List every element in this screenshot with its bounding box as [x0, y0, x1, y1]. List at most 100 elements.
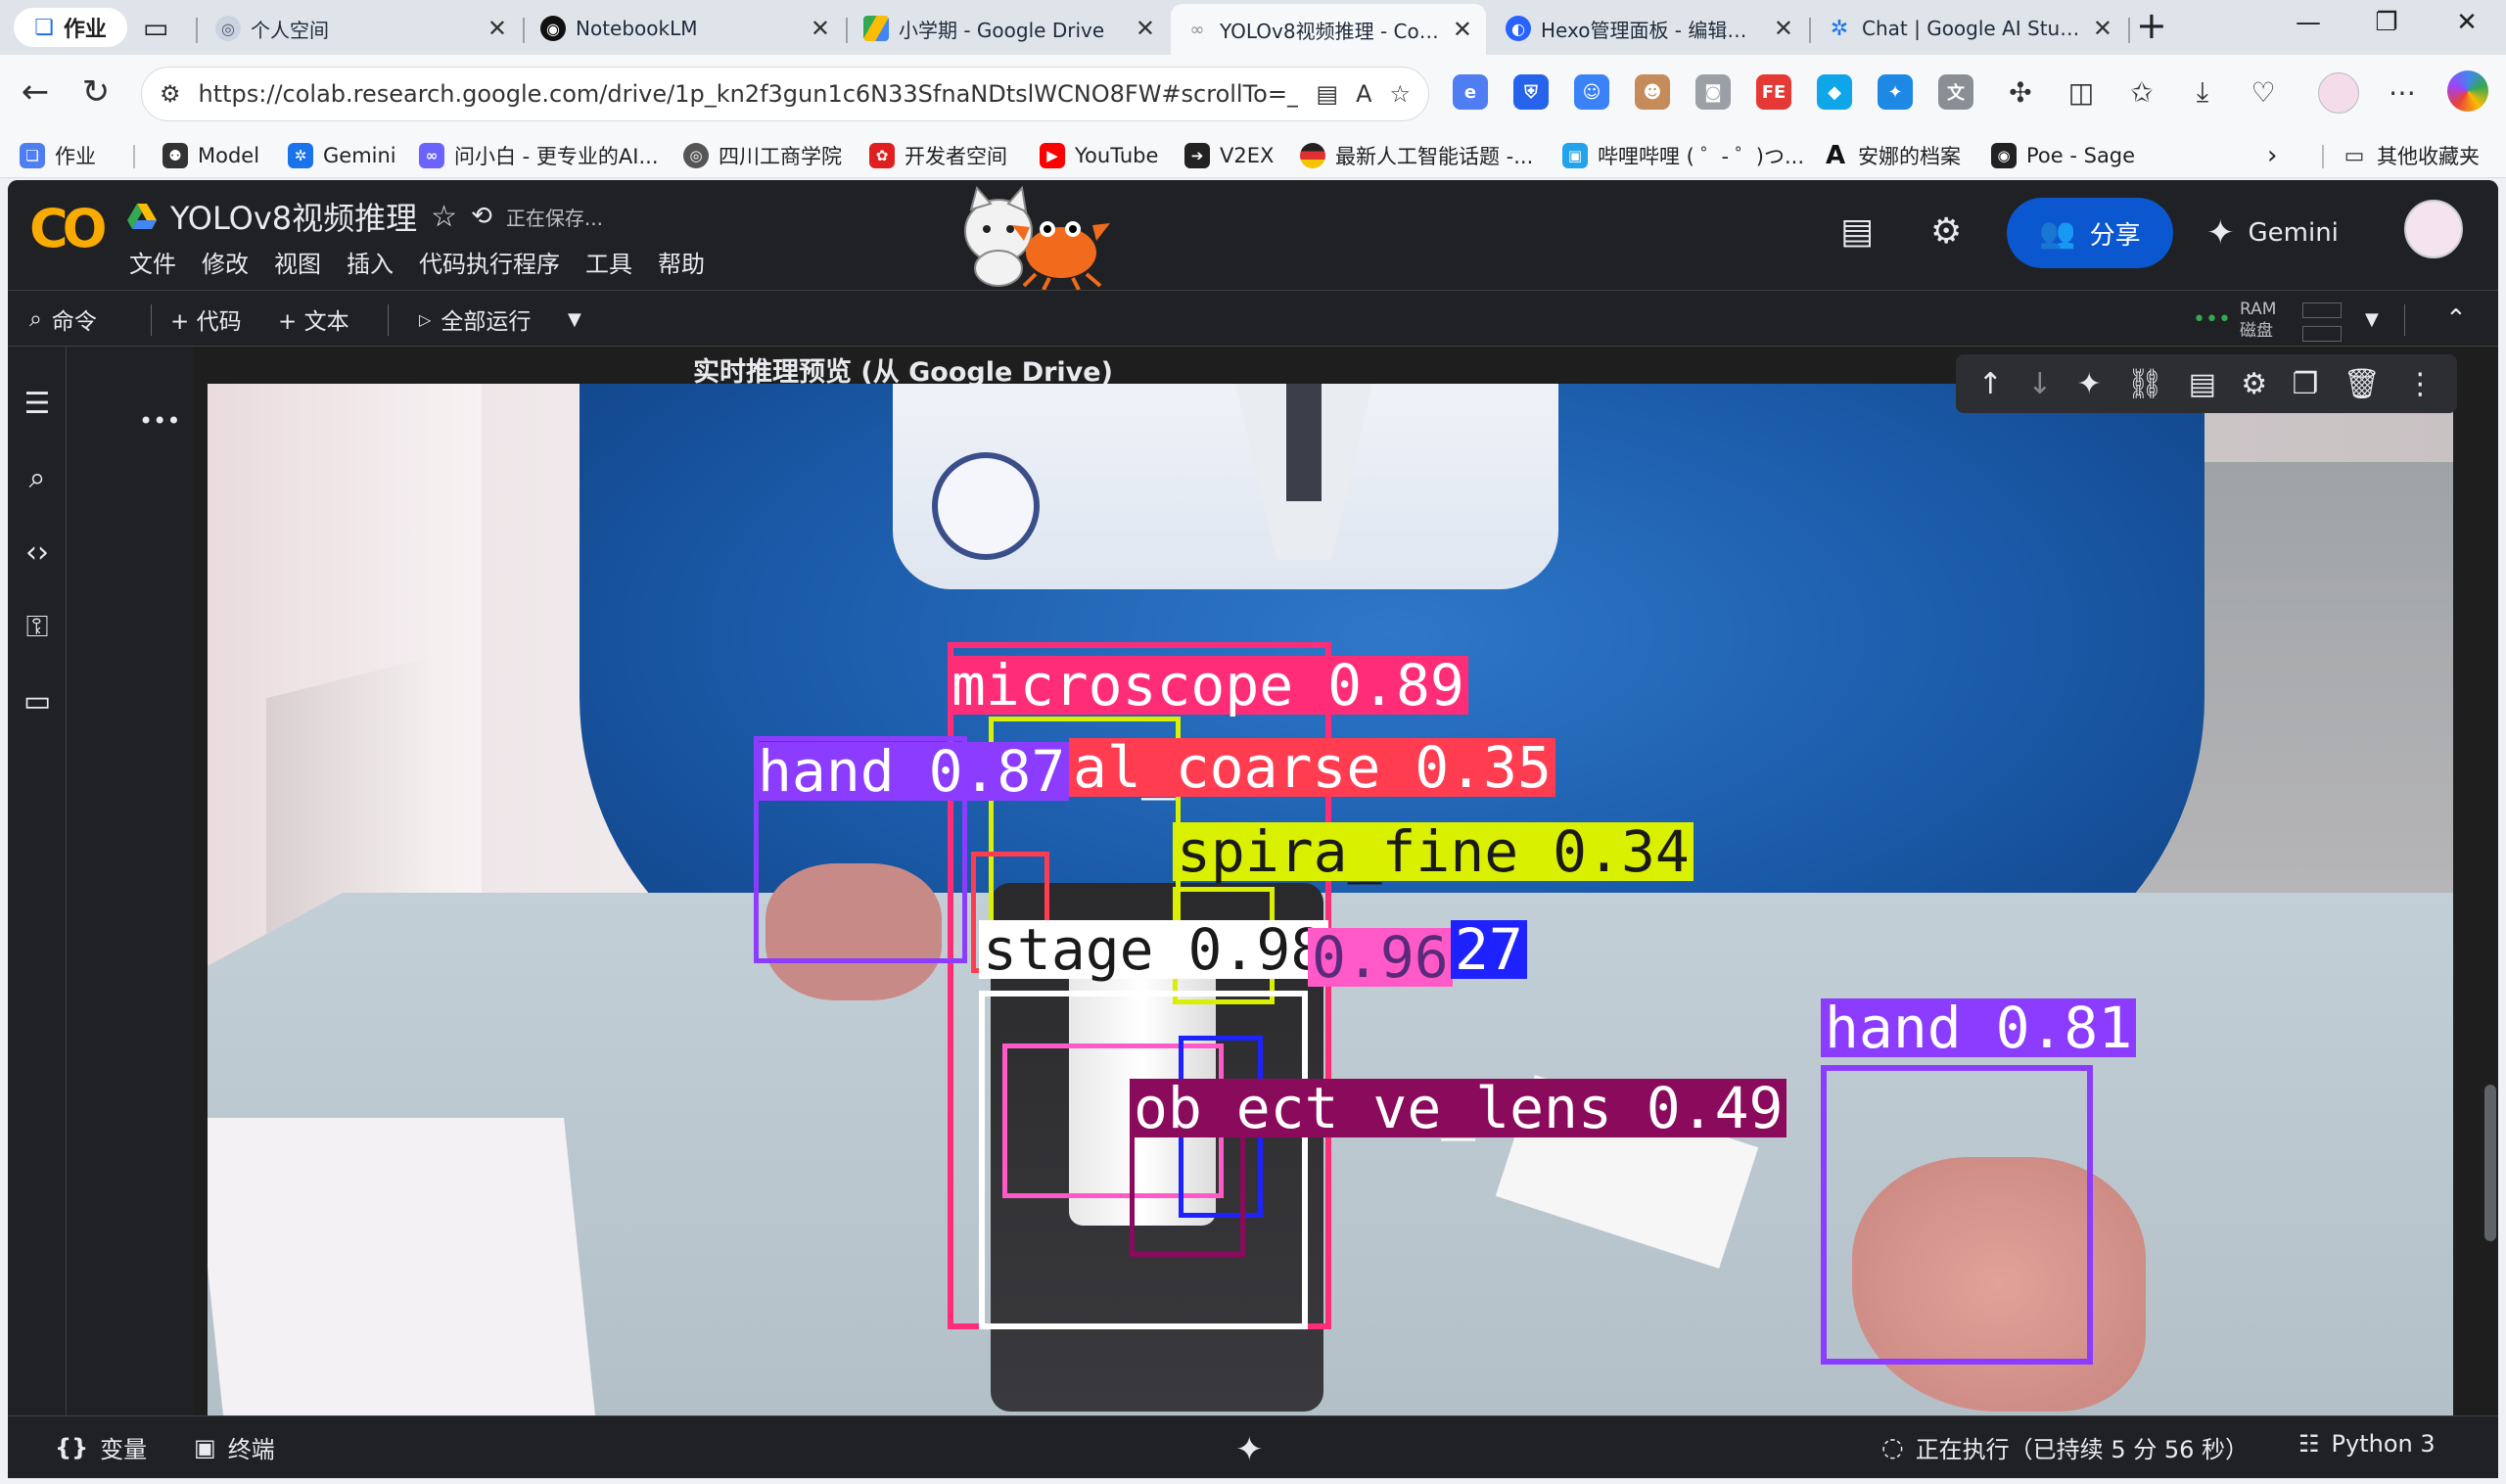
workspace-button[interactable]: ❏ 作业 — [14, 8, 127, 47]
new-tab-button[interactable]: + — [2136, 4, 2167, 47]
favorites-icon[interactable]: ✩ — [2118, 69, 2165, 116]
more-menu-icon[interactable]: ⋯ — [2379, 69, 2426, 116]
files-folder-icon[interactable]: ▭ — [18, 681, 57, 720]
menu-insert[interactable]: 插入 — [347, 245, 394, 279]
runtime-indicator[interactable]: ☷ Python 3 — [2298, 1430, 2436, 1458]
variables-button[interactable]: {} 变量 — [55, 1430, 147, 1464]
menu-runtime[interactable]: 代码执行程序 — [419, 245, 560, 279]
terminal-button[interactable]: ▣ 终端 — [194, 1430, 275, 1464]
restore-icon[interactable]: ❐ — [2357, 8, 2416, 37]
bookmark-item[interactable]: ❏ 作业 — [20, 137, 96, 174]
cell-more-icon[interactable]: ••• — [139, 407, 180, 435]
star-icon[interactable]: ☆ — [431, 200, 457, 234]
bookmarks-overflow-icon[interactable]: › — [2267, 137, 2277, 174]
close-tab-icon[interactable]: ✕ — [1774, 15, 1793, 42]
site-info-icon[interactable]: ⚙ — [160, 80, 181, 108]
extension-camera-icon[interactable]: ◙ — [1695, 74, 1731, 110]
tab-personal-space[interactable]: ◎ 个人空间 ✕ — [202, 6, 521, 51]
secrets-key-icon[interactable]: ⚿ — [18, 607, 57, 646]
comment-icon[interactable]: ▤ — [2189, 367, 2216, 401]
mirror-cell-icon[interactable]: ❐ — [2293, 367, 2319, 401]
bookmark-item[interactable]: ▶ YouTube — [1040, 137, 1158, 174]
performance-icon[interactable]: ♡ — [2240, 69, 2287, 116]
tab-colab-active[interactable]: ∞ YOLOv8视频推理 - Colab ✕ — [1171, 4, 1486, 55]
collapse-header-icon[interactable]: ⌃ — [2445, 301, 2467, 338]
extension-face-icon[interactable]: ☻ — [1635, 74, 1670, 110]
close-tab-icon[interactable]: ✕ — [1136, 15, 1155, 42]
bookmark-item[interactable]: ✿ 开发者空间 — [869, 137, 1007, 174]
bookmark-item[interactable]: ⚉ Model — [162, 137, 259, 174]
tab-google-drive[interactable]: 小学期 - Google Drive ✕ — [850, 6, 1169, 51]
other-favorites[interactable]: ▭ 其他收藏夹 — [2342, 137, 2480, 174]
gemini-cell-icon[interactable]: ✦ — [2077, 367, 2102, 401]
delete-icon[interactable]: 🗑 — [2344, 367, 2381, 401]
move-down-icon[interactable]: ↓ — [2027, 367, 2052, 401]
extensions-puzzle-icon[interactable]: ✣ — [1997, 69, 2044, 116]
resources-dropdown-icon[interactable]: ▼ — [2365, 301, 2379, 338]
bookmark-item[interactable]: A 安娜的档案 — [1823, 137, 1961, 174]
code-snippets-icon[interactable]: ‹› — [18, 533, 57, 572]
tab-actions-icon[interactable]: ▭ — [143, 12, 168, 44]
gemini-button[interactable]: ✦ Gemini — [2206, 198, 2339, 268]
cell-more-vert-icon[interactable]: ⋮ — [2405, 367, 2435, 401]
close-window-icon[interactable]: ✕ — [2437, 8, 2496, 37]
address-bar[interactable]: ⚙ https://colab.research.google.com/driv… — [141, 67, 1429, 121]
add-text-button[interactable]: + 文本 — [278, 301, 349, 338]
clipboard-icon[interactable]: ▤ — [1316, 80, 1338, 108]
tab-hexo-admin[interactable]: ◐ Hexo管理面板 - 编辑文章 ✕ — [1492, 6, 1807, 51]
close-tab-icon[interactable]: ✕ — [487, 15, 507, 42]
find-replace-icon[interactable]: ⌕ — [18, 458, 57, 497]
split-screen-icon[interactable]: ◫ — [2058, 69, 2105, 116]
favorite-star-icon[interactable]: ☆ — [1389, 80, 1411, 108]
table-of-contents-icon[interactable]: ☰ — [18, 384, 57, 423]
extension-fe-icon[interactable]: FE — [1756, 74, 1791, 110]
menu-tools[interactable]: 工具 — [585, 245, 632, 279]
close-tab-icon[interactable]: ✕ — [1453, 16, 1472, 43]
copilot-icon[interactable] — [2447, 70, 2488, 112]
resources-indicator[interactable]: RAM 磁盘 — [2240, 299, 2342, 342]
bookmark-item[interactable]: 最新人工智能话题 -... — [1300, 137, 1533, 174]
cell-settings-icon[interactable]: ⚙ — [2241, 367, 2267, 401]
execution-status[interactable]: ◌ 正在执行（已持续 5 分 56 秒） — [1881, 1430, 2249, 1464]
notebook-title[interactable]: YOLOv8视频推理 — [170, 194, 417, 239]
run-all-dropdown-icon[interactable]: ▼ — [568, 301, 581, 338]
refresh-icon[interactable]: ↻ — [72, 69, 119, 116]
minimize-icon[interactable]: — — [2279, 8, 2338, 37]
bookmark-item[interactable]: ◎ 四川工商学院 — [683, 137, 842, 174]
back-icon[interactable]: ← — [12, 69, 59, 116]
downloads-icon[interactable]: ⤓ — [2179, 69, 2226, 116]
extension-robot-icon[interactable]: ☺ — [1574, 74, 1609, 110]
share-button[interactable]: 👥 分享 — [2007, 198, 2173, 268]
extension-shield-icon[interactable]: ⛨ — [1513, 74, 1549, 110]
bookmark-item[interactable]: ◉ Poe - Sage — [1991, 137, 2135, 174]
bookmark-item[interactable]: ▣ 哔哩哔哩 ( ゜- ゜)つ... — [1562, 137, 1804, 174]
command-palette-button[interactable]: ⌕ 命令 — [29, 301, 97, 338]
scrollbar-thumb[interactable] — [2484, 1085, 2496, 1241]
bookmark-item[interactable]: ➔ V2EX — [1184, 137, 1274, 174]
bookmark-item[interactable]: ∞ 问小白 - 更专业的AI... — [419, 137, 659, 174]
link-icon[interactable]: ⛓ — [2126, 367, 2163, 401]
extension-layers-icon[interactable]: ◆ — [1817, 74, 1852, 110]
run-all-button[interactable]: ▷ 全部运行 — [419, 301, 531, 338]
close-tab-icon[interactable]: ✕ — [811, 15, 830, 42]
close-tab-icon[interactable]: ✕ — [2093, 15, 2112, 42]
tab-notebooklm[interactable]: ◉ NotebookLM ✕ — [527, 6, 844, 51]
comments-icon[interactable]: ▤ — [1840, 211, 1874, 252]
colab-logo[interactable]: CO — [29, 198, 108, 259]
menu-file[interactable]: 文件 — [129, 245, 176, 279]
extension-e-icon[interactable]: e — [1453, 74, 1488, 110]
url-text[interactable]: https://colab.research.google.com/drive/… — [199, 80, 1299, 108]
extension-translate-icon[interactable]: 文 — [1938, 74, 1973, 110]
menu-help[interactable]: 帮助 — [658, 245, 705, 279]
move-up-icon[interactable]: ↑ — [1978, 367, 2003, 401]
account-avatar[interactable] — [2404, 200, 2463, 258]
bookmark-item[interactable]: ✲ Gemini — [288, 137, 396, 174]
tab-ai-studio[interactable]: ✲ Chat | Google AI Studio ✕ — [1813, 6, 2126, 51]
extension-bookmark-icon[interactable]: ✦ — [1878, 74, 1913, 110]
gemini-sparkle-icon[interactable]: ✦ — [1235, 1430, 1264, 1469]
profile-avatar[interactable] — [2318, 72, 2359, 114]
read-aloud-icon[interactable]: A — [1356, 80, 1371, 108]
menu-view[interactable]: 视图 — [274, 245, 321, 279]
settings-icon[interactable]: ⚙ — [1930, 211, 1962, 252]
menu-edit[interactable]: 修改 — [202, 245, 249, 279]
